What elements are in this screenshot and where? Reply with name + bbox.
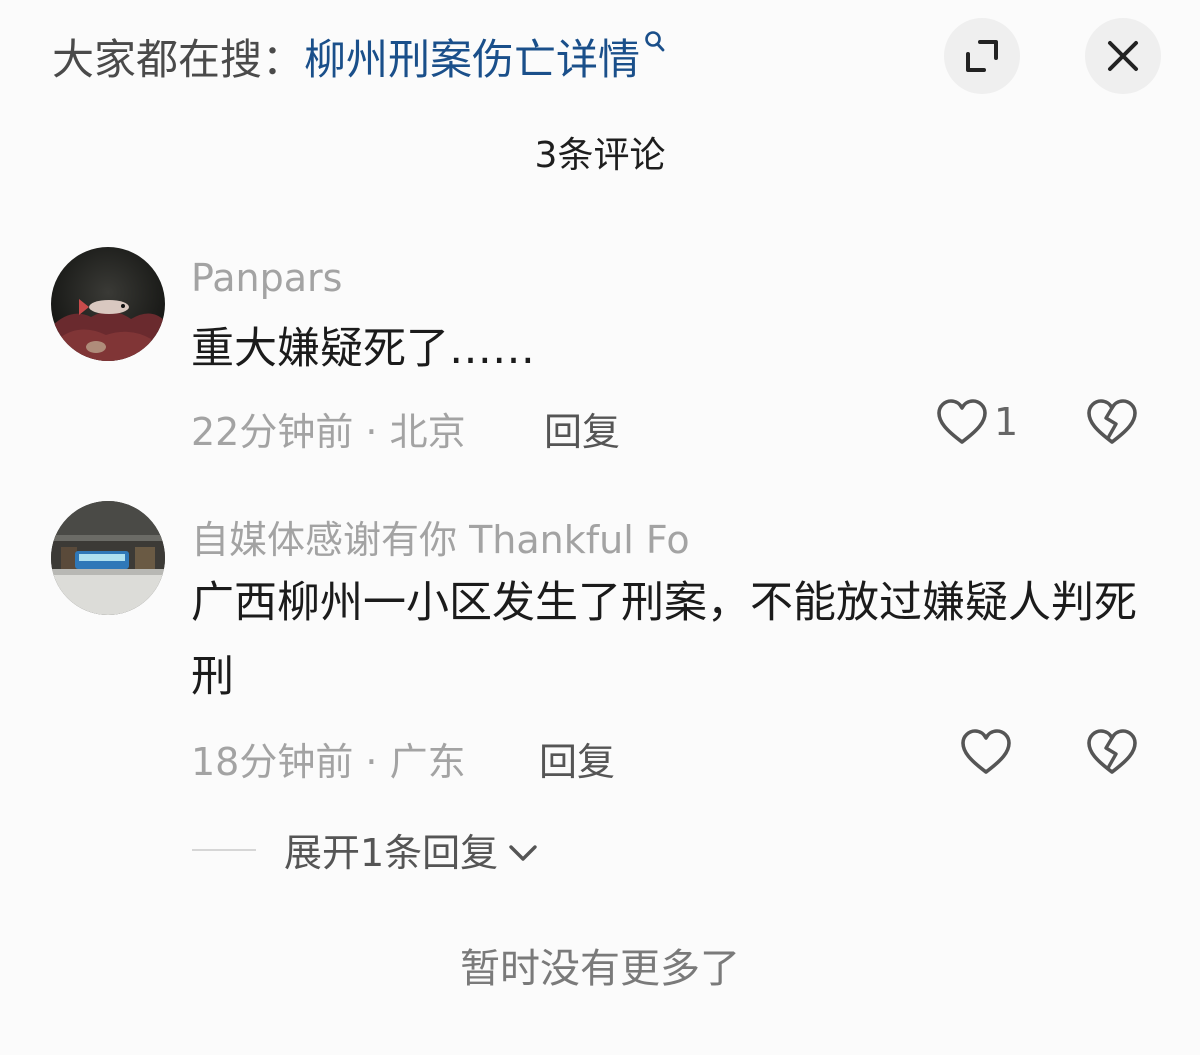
close-icon <box>1108 41 1138 71</box>
comment-meta: 18分钟前 · 广东 <box>191 740 466 784</box>
divider <box>192 848 256 851</box>
like-button[interactable]: 1 <box>936 398 1018 446</box>
avatar[interactable] <box>51 247 165 361</box>
expand-replies-label: 展开1条回复 <box>284 831 499 875</box>
trending-search-term: 柳州刑案伤亡详情 <box>304 34 641 84</box>
chevron-down-icon <box>509 844 537 861</box>
broken-heart-icon <box>1087 399 1137 444</box>
comment-username[interactable]: Panpars <box>191 256 342 300</box>
reply-button[interactable]: 回复 <box>539 731 615 786</box>
expand-icon <box>966 40 998 72</box>
heart-icon <box>961 729 1011 774</box>
no-more-label: 暂时没有更多了 <box>460 946 740 992</box>
reply-button[interactable]: 回复 <box>544 401 620 456</box>
search-icon <box>645 30 665 51</box>
comment-username[interactable]: 自媒体感谢有你 Thankful Fo <box>191 509 690 564</box>
comments-panel: 大家都在搜： 柳州刑案伤亡详情 3条评论 Panpars 重大嫌疑死了…… 22… <box>0 0 1200 1055</box>
comment-meta: 22分钟前 · 北京 <box>191 410 466 454</box>
comment-text: 重大嫌疑死了…… <box>191 324 535 374</box>
expand-button[interactable] <box>944 18 1020 94</box>
dislike-button[interactable] <box>1086 398 1138 450</box>
trending-search: 大家都在搜： 柳州刑案伤亡详情 <box>52 26 666 86</box>
heart-icon <box>937 399 987 444</box>
avatar-image <box>51 247 165 361</box>
like-count: 1 <box>994 400 1019 444</box>
expand-replies-button[interactable]: 展开1条回复 <box>192 822 538 877</box>
comment-count: 3条评论 <box>534 135 666 176</box>
avatar-image <box>51 501 165 615</box>
broken-heart-icon <box>1087 729 1137 774</box>
trending-search-prefix: 大家都在搜： <box>52 34 305 84</box>
like-button[interactable] <box>960 728 1018 776</box>
comment-text: 广西柳州一小区发生了刑案，不能放过嫌疑人判死刑 <box>191 578 1137 702</box>
close-button[interactable] <box>1085 18 1161 94</box>
trending-search-link[interactable]: 柳州刑案伤亡详情 <box>304 26 666 87</box>
avatar[interactable] <box>51 501 165 615</box>
dislike-button[interactable] <box>1086 728 1138 780</box>
